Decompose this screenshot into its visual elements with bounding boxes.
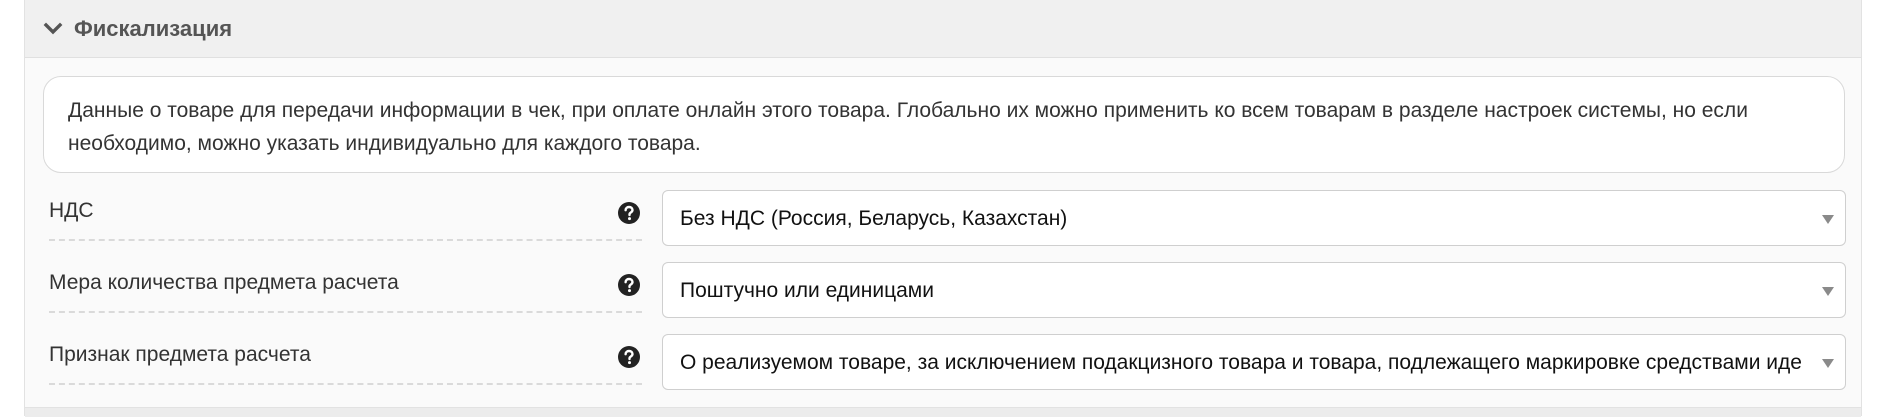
dropdown-arrow-icon	[1822, 215, 1834, 224]
question-circle-icon[interactable]	[617, 201, 641, 225]
label-underline	[49, 311, 642, 313]
vat-select[interactable]: Без НДС (Россия, Беларусь, Казахстан)	[662, 190, 1846, 246]
chevron-down-icon[interactable]	[43, 19, 63, 39]
dropdown-arrow-icon	[1822, 287, 1834, 296]
section-title: Фискализация	[74, 16, 233, 41]
quantity-measure-select-value: Поштучно или единицами	[680, 279, 934, 302]
question-circle-icon[interactable]	[617, 273, 641, 297]
fiscalization-panel: Фискализация Данные о товаре для передач…	[24, 0, 1862, 417]
payment-subject-select-value: О реализуемом товаре, за исключением под…	[680, 351, 1801, 374]
payment-subject-select[interactable]: О реализуемом товаре, за исключением под…	[662, 334, 1846, 390]
quantity-measure-select[interactable]: Поштучно или единицами	[662, 262, 1846, 318]
info-text: Данные о товаре для передачи информации …	[68, 99, 1748, 155]
field-row-payment-subject: Признак предмета расчета О реализуемом т…	[25, 334, 1861, 394]
vat-select-value: Без НДС (Россия, Беларусь, Казахстан)	[680, 207, 1068, 230]
info-box: Данные о товаре для передачи информации …	[43, 76, 1845, 173]
question-circle-icon[interactable]	[617, 345, 641, 369]
dropdown-arrow-icon	[1822, 359, 1834, 368]
field-row-quantity-measure: Мера количества предмета расчета Поштучн…	[25, 262, 1861, 322]
label-underline	[49, 383, 642, 385]
section-header[interactable]: Фискализация	[25, 0, 1861, 58]
field-label-payment-subject: Признак предмета расчета	[49, 343, 311, 366]
field-label-quantity-measure: Мера количества предмета расчета	[49, 271, 399, 294]
field-row-vat: НДС Без НДС (Россия, Беларусь, Казахстан…	[25, 190, 1861, 250]
label-underline	[49, 239, 642, 241]
field-label-vat: НДС	[49, 199, 94, 222]
